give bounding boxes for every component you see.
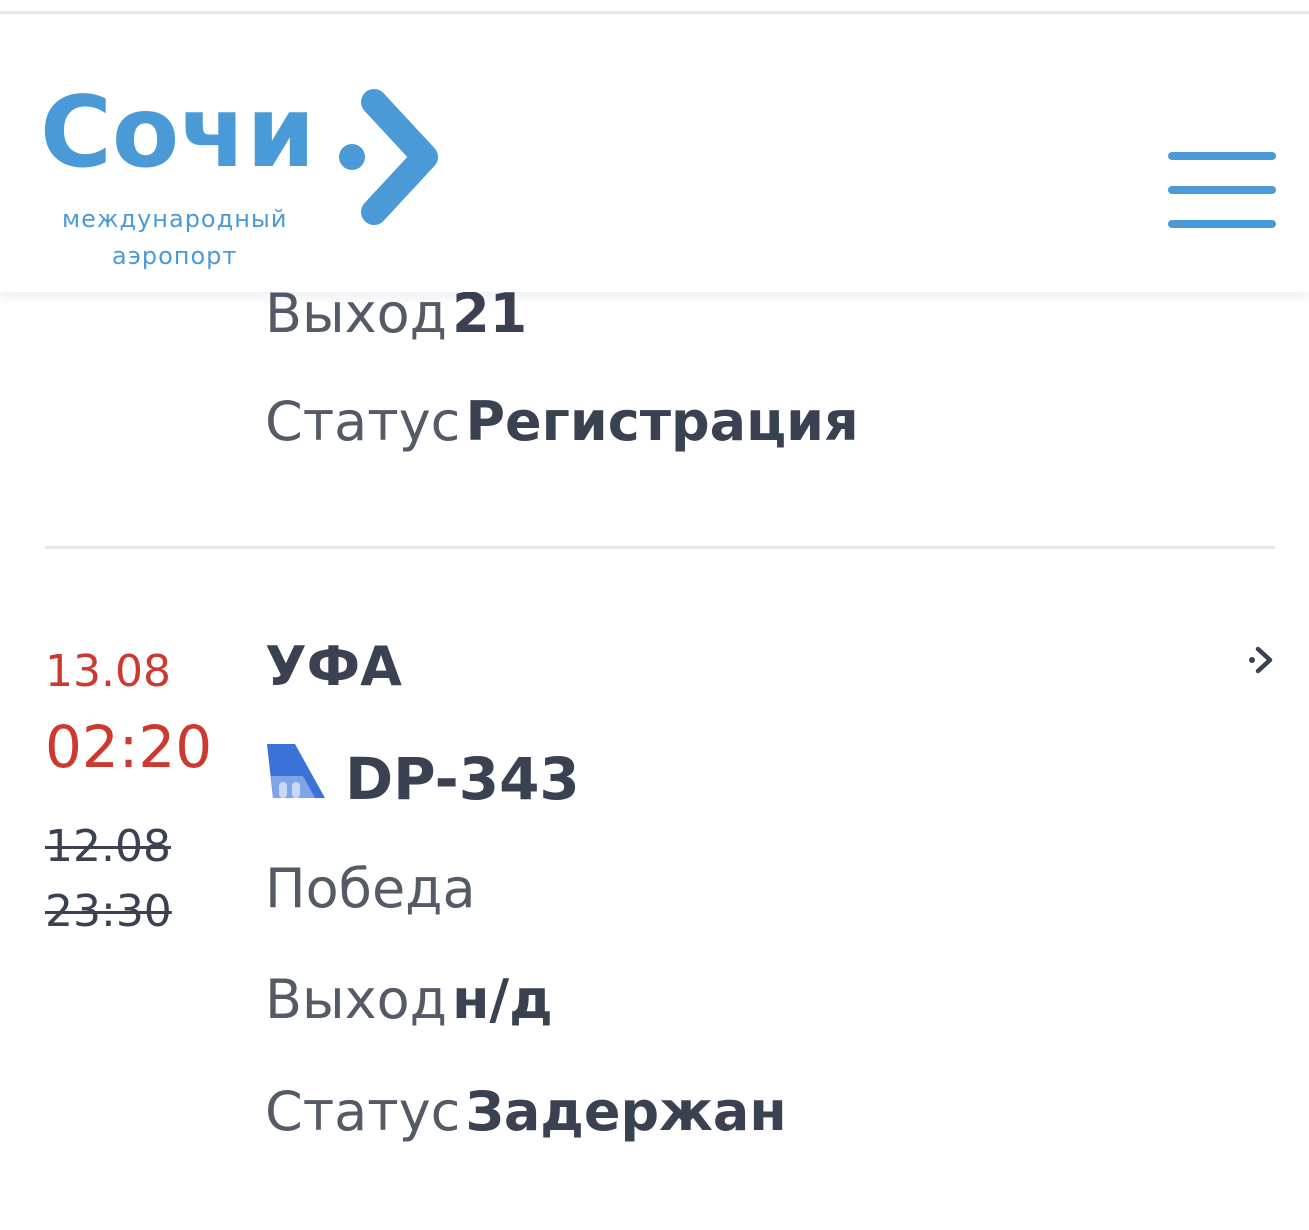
- hamburger-menu-icon[interactable]: [1168, 152, 1276, 230]
- flight-number: DP-343: [345, 745, 580, 813]
- status-value: Регистрация: [465, 390, 859, 453]
- logo-title: Сочи: [40, 76, 316, 190]
- menu-bar: [1168, 152, 1276, 160]
- airline-name-row: Победа: [265, 862, 476, 916]
- gate-label: Выход: [265, 968, 448, 1031]
- flight-2-status: Статус Задержан: [265, 1085, 787, 1139]
- menu-bar: [1168, 186, 1276, 194]
- site-header: Сочи международный аэропорт: [0, 14, 1309, 292]
- menu-bar: [1168, 220, 1276, 228]
- destination: УФА: [265, 635, 402, 698]
- flight-1-status: Статус Регистрация: [265, 395, 859, 449]
- logo-subtitle-line1: международный: [62, 205, 288, 233]
- gate-value: н/д: [452, 968, 553, 1031]
- flight-1-gate: Выход 21: [265, 287, 527, 341]
- airline-tail-icon: [267, 744, 325, 798]
- status-label: Статус: [265, 390, 461, 453]
- flight-2-gate: Выход н/д: [265, 973, 553, 1027]
- page: Сочи международный аэропорт Выход 21 Ста…: [0, 0, 1309, 1230]
- new-date: 13.08: [45, 646, 171, 697]
- old-date: 12.08: [45, 821, 171, 872]
- chevron-right-icon[interactable]: [1246, 644, 1276, 676]
- logo-subtitle-line2: аэропорт: [112, 242, 238, 270]
- status-label: Статус: [265, 1080, 461, 1143]
- new-time: 02:20: [45, 713, 213, 781]
- status-value: Задержан: [465, 1080, 787, 1143]
- airline-name: Победа: [265, 857, 476, 920]
- old-time: 23:30: [45, 886, 172, 937]
- logo-arrow-icon: [339, 89, 438, 225]
- flight-divider: [45, 546, 1275, 549]
